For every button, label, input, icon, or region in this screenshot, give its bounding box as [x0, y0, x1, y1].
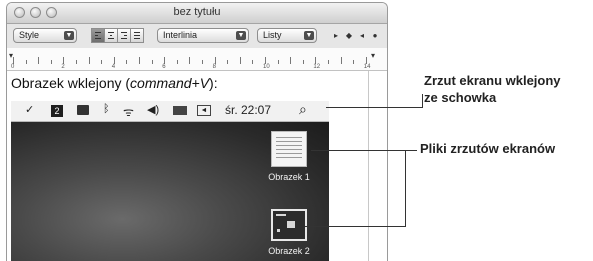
callout-line-clipboard: [326, 107, 422, 108]
spacing-control-3[interactable]: ◂: [357, 28, 367, 43]
ruler[interactable]: ▾ ▾ 0 2 4 6 8 10 12 14: [7, 48, 387, 71]
menubar-clock: śr. 22:07: [225, 103, 272, 117]
align-left-button[interactable]: [91, 28, 105, 43]
alignment-buttons: [91, 28, 144, 43]
volume-icon: ◀): [147, 104, 160, 116]
wifi-icon: ᯤ: [123, 105, 134, 119]
ruler-tick: [265, 57, 266, 64]
title-bar: bez tytułu: [7, 3, 387, 24]
callout-line-file1: [311, 150, 406, 151]
ruler-number: 0: [11, 64, 15, 70]
ruler-tick: [164, 57, 166, 64]
popup-arrow-icon: ▼: [64, 31, 74, 40]
screenshot-menubar: ✓ 2 ᛒ ᯤ ◀) ◄ śr. 22:07 ⌕: [11, 101, 329, 122]
desktop-file-1[interactable]: Obrazek 1: [261, 131, 317, 182]
ruler-tick: [214, 57, 216, 64]
ruler-number: 2: [61, 64, 65, 70]
pasted-screenshot[interactable]: ✓ 2 ᛒ ᯤ ◀) ◄ śr. 22:07 ⌕ Obrazek 1 Obraz…: [11, 101, 329, 261]
callout-files: Pliki zrzutów ekranów: [420, 141, 556, 156]
ruler-tick: [151, 60, 153, 64]
ruler-tick: [239, 57, 241, 64]
popup-arrow-icon: ▼: [304, 31, 314, 40]
desktop-background: Obrazek 1 Obrazek 2: [11, 122, 329, 261]
battery-icon: [173, 106, 187, 115]
ruler-tick: [25, 60, 27, 64]
file-label: Obrazek 1: [268, 172, 310, 182]
bluetooth-icon: ᛒ: [103, 103, 110, 115]
ruler-tick: [126, 60, 128, 64]
ruler-tick: [176, 60, 178, 64]
spotlight-search-icon[interactable]: ⌕: [299, 101, 307, 118]
ruler-tick: [13, 57, 14, 64]
justify-button[interactable]: [130, 28, 144, 43]
input-menu-icon: ◄: [197, 105, 211, 116]
document-thumbnail-icon: [271, 131, 307, 167]
format-toolbar: Style ▼ Interlinia ▼ Listy ▼ ▸ ◆ ◂ ●: [7, 24, 387, 49]
ruler-tick: [315, 57, 317, 64]
ruler-number: 4: [111, 64, 116, 70]
ruler-tick: [328, 60, 329, 64]
callout-line-clipboard-vertical: [422, 94, 423, 108]
display-icon: [77, 105, 89, 115]
ruler-tick: [252, 60, 254, 64]
ruler-tick: [227, 60, 229, 64]
lists-label: Listy: [263, 30, 282, 40]
ruler-tick: [76, 60, 77, 64]
callout-line-files: [406, 150, 417, 151]
line-spacing-popup[interactable]: Interlinia ▼: [157, 28, 249, 43]
caption-shortcut: command+V: [130, 75, 210, 91]
ruler-tick: [101, 60, 103, 64]
spacing-control-2[interactable]: ◆: [344, 28, 354, 43]
ruler-number: 6: [162, 64, 166, 70]
ruler-tick: [353, 60, 355, 64]
spaces-box-icon: 2: [51, 105, 63, 117]
ruler-number: 14: [363, 64, 371, 70]
ruler-number: 8: [212, 64, 216, 70]
spacing-controls: ▸ ◆ ◂ ●: [331, 28, 380, 43]
style-popup[interactable]: Style ▼: [13, 28, 77, 43]
ruler-tick: [38, 57, 40, 64]
desktop-file-2[interactable]: Obrazek 2: [261, 209, 317, 256]
callout-clipboard-line1: Zrzut ekranu wklejony: [424, 73, 561, 88]
popup-arrow-icon: ▼: [236, 31, 246, 40]
ruler-tick: [277, 60, 279, 64]
text-editor-window: bez tytułu Style ▼ Interlinia ▼ Listy ▼ …: [6, 2, 388, 261]
align-right-button[interactable]: [117, 28, 131, 43]
ruler-tick: [202, 60, 203, 64]
callout-line-file2: [305, 226, 406, 227]
callout-clipboard: Zrzut ekranu wklejony ze schowka: [424, 72, 561, 106]
callout-bracket: [405, 150, 406, 227]
checkmark-icon: ✓: [25, 104, 35, 116]
document-area[interactable]: Obrazek wklejony (command+V): ✓ 2 ᛒ ᯤ ◀)…: [7, 71, 387, 261]
ruler-tick: [302, 60, 304, 64]
spacing-control-4[interactable]: ●: [370, 28, 380, 43]
ruler-tick: [290, 57, 292, 64]
file-label: Obrazek 2: [268, 246, 310, 256]
ruler-number: 10: [263, 64, 270, 70]
callout-clipboard-line2: ze schowka: [424, 90, 497, 105]
ruler-tick: [88, 57, 90, 64]
page-edge: [368, 71, 369, 261]
ruler-tick: [139, 57, 140, 64]
ruler-tick: [50, 60, 52, 64]
ruler-tick: [189, 57, 191, 64]
spacing-control-1[interactable]: ▸: [331, 28, 341, 43]
window-title: bez tytułu: [173, 6, 221, 18]
line-spacing-label: Interlinia: [163, 30, 198, 40]
ruler-tick: [340, 57, 342, 64]
ruler-tick: [63, 57, 65, 64]
lists-popup[interactable]: Listy ▼: [257, 28, 317, 43]
pasted-image-caption: Obrazek wklejony (command+V):: [11, 75, 218, 91]
ruler-tick: [365, 57, 367, 64]
screenshot-thumbnail-icon: [271, 209, 307, 241]
right-margin-marker[interactable]: ▾: [371, 51, 375, 60]
ruler-number: 12: [313, 64, 321, 70]
align-center-button[interactable]: [104, 28, 118, 43]
caption-text: Obrazek wklejony (: [11, 75, 131, 91]
ruler-tick: [113, 57, 115, 64]
caption-end: ):: [209, 75, 218, 91]
style-popup-label: Style: [19, 30, 40, 40]
